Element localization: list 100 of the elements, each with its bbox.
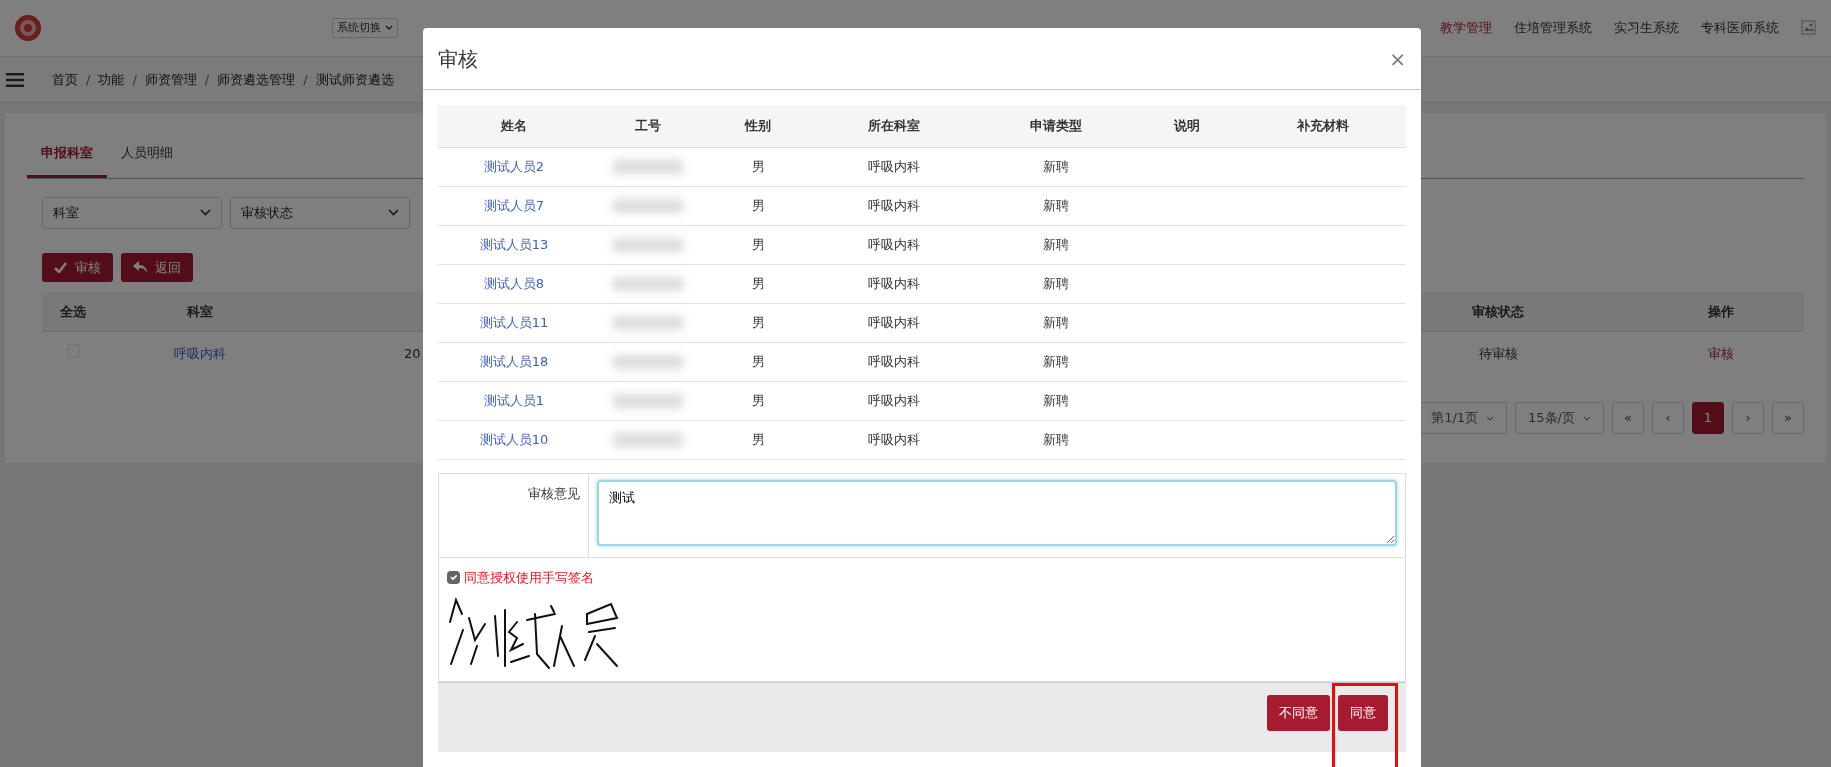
blurred-text — [613, 277, 683, 292]
table-cell: 男 — [751, 158, 765, 174]
column-header: 补充材料 — [1240, 105, 1406, 147]
table-cell: 新聘 — [1043, 158, 1069, 174]
table-cell: 呼吸内科 — [868, 431, 920, 447]
table-cell: 新聘 — [1043, 392, 1069, 408]
nav-link[interactable]: 教学管理 — [1440, 18, 1492, 38]
back-button[interactable]: 返回 — [121, 252, 193, 282]
page-button[interactable]: 1 — [1692, 402, 1724, 434]
table-cell: 呼吸内科 — [868, 392, 920, 408]
column-header: 姓名 — [438, 105, 590, 147]
caret-icon — [1583, 415, 1591, 421]
page-button[interactable]: « — [1612, 402, 1644, 434]
reply-arrow-icon — [133, 261, 147, 274]
table-cell: 呼吸内科 — [868, 197, 920, 213]
caret-icon — [200, 209, 211, 216]
blurred-text — [613, 238, 683, 253]
table-cell: 新聘 — [1043, 275, 1069, 291]
close-button[interactable]: × — [1389, 48, 1406, 69]
caret-icon — [1486, 415, 1495, 421]
table-cell: 新聘 — [1043, 431, 1069, 447]
column-header: 申请类型 — [978, 105, 1134, 147]
tab[interactable]: 申报科室 — [27, 135, 107, 178]
nav-link[interactable]: 住培管理系统 — [1514, 18, 1592, 38]
status-text: 待审核 — [1478, 346, 1518, 362]
column-header: 性别 — [706, 105, 810, 147]
menu-icon[interactable] — [6, 72, 24, 87]
table-cell: 男 — [751, 353, 765, 369]
name-link[interactable]: 测试人员2 — [483, 158, 545, 174]
name-link[interactable]: 测试人员10 — [479, 431, 549, 447]
caret-icon — [388, 209, 399, 216]
breadcrumb-link[interactable]: 测试师资遴选 — [315, 69, 394, 90]
blurred-text — [613, 160, 683, 175]
filter-select[interactable]: 审核状态 — [230, 196, 410, 229]
breadcrumb-separator: / — [86, 70, 91, 89]
table-cell: 男 — [751, 431, 765, 447]
page-size-dropdown[interactable]: 15条/页 — [1515, 402, 1604, 434]
blurred-text — [613, 433, 683, 448]
check-icon — [54, 261, 67, 273]
caret-icon — [385, 25, 393, 31]
breadcrumb-separator: / — [303, 70, 308, 89]
column-header: 操作 — [1707, 302, 1735, 321]
signature-consent-label: 同意授权使用手写签名 — [464, 569, 594, 587]
table-cell: 呼吸内科 — [868, 314, 920, 330]
table-cell: 新聘 — [1043, 314, 1069, 330]
signature-checkbox[interactable] — [447, 571, 460, 585]
blurred-text — [613, 199, 683, 214]
name-link[interactable]: 测试人员11 — [479, 314, 549, 330]
breadcrumb-separator: / — [204, 70, 210, 89]
tab[interactable]: 人员明细 — [107, 135, 187, 178]
blurred-text — [613, 316, 683, 331]
name-link[interactable]: 测试人员1 — [483, 392, 545, 408]
table-cell: 新聘 — [1043, 236, 1069, 252]
table-cell: 新聘 — [1043, 197, 1069, 213]
column-header: 说明 — [1134, 105, 1240, 147]
nav-link[interactable]: 专科医师系统 — [1701, 18, 1779, 38]
broken-image-icon — [1801, 20, 1817, 36]
table-cell: 男 — [751, 314, 765, 330]
department-link[interactable]: 呼吸内科 — [174, 346, 226, 362]
page-button[interactable]: › — [1732, 402, 1764, 434]
review-button[interactable]: 审核 — [42, 252, 113, 282]
table-cell: 男 — [751, 197, 765, 213]
logo-icon — [14, 14, 42, 42]
table-cell: 呼吸内科 — [868, 236, 920, 252]
page-dropdown[interactable]: 第1/1页 — [1418, 402, 1508, 434]
name-link[interactable]: 测试人员7 — [483, 197, 545, 213]
nav-link[interactable]: 实习生系统 — [1614, 18, 1679, 38]
table-cell: 男 — [751, 392, 765, 408]
name-link[interactable]: 测试人员8 — [483, 275, 545, 291]
review-link[interactable]: 审核 — [1708, 346, 1734, 362]
breadcrumb-link[interactable]: 师资管理 — [144, 69, 197, 90]
column-header: 审核状态 — [1471, 302, 1525, 321]
table-cell: 20 — [404, 346, 421, 362]
filter-select[interactable]: 科室 — [42, 196, 222, 229]
blurred-text — [613, 394, 683, 409]
table-cell: 呼吸内科 — [868, 158, 920, 174]
column-header: 科室 — [186, 302, 214, 321]
table-cell: 呼吸内科 — [868, 275, 920, 291]
blurred-text — [613, 355, 683, 370]
breadcrumb-separator: / — [132, 70, 137, 89]
breadcrumb-link[interactable]: 首页 — [52, 69, 78, 90]
breadcrumb-link[interactable]: 功能 — [98, 69, 125, 90]
agree-button[interactable]: 同意 — [1338, 695, 1388, 731]
table-cell: 男 — [751, 275, 765, 291]
page-button[interactable]: » — [1772, 402, 1804, 434]
name-link[interactable]: 测试人员18 — [479, 353, 549, 369]
modal-title: 审核 — [438, 45, 478, 73]
column-header: 全选 — [59, 302, 87, 321]
column-header: 所在科室 — [810, 105, 978, 147]
breadcrumb-link[interactable]: 师资遴选管理 — [217, 69, 296, 90]
opinion-field[interactable]: 测试 — [597, 479, 1397, 546]
table-cell: 呼吸内科 — [868, 353, 920, 369]
name-link[interactable]: 测试人员13 — [479, 236, 549, 252]
table-cell: 新聘 — [1043, 353, 1069, 369]
page-button[interactable]: ‹ — [1652, 402, 1684, 434]
column-header: 工号 — [590, 105, 706, 147]
disagree-button[interactable]: 不同意 — [1267, 695, 1330, 731]
table-cell: 男 — [751, 236, 765, 252]
field-label: 审核意见 — [439, 473, 589, 557]
system-switch-dropdown[interactable]: 系统切换 — [332, 17, 398, 39]
